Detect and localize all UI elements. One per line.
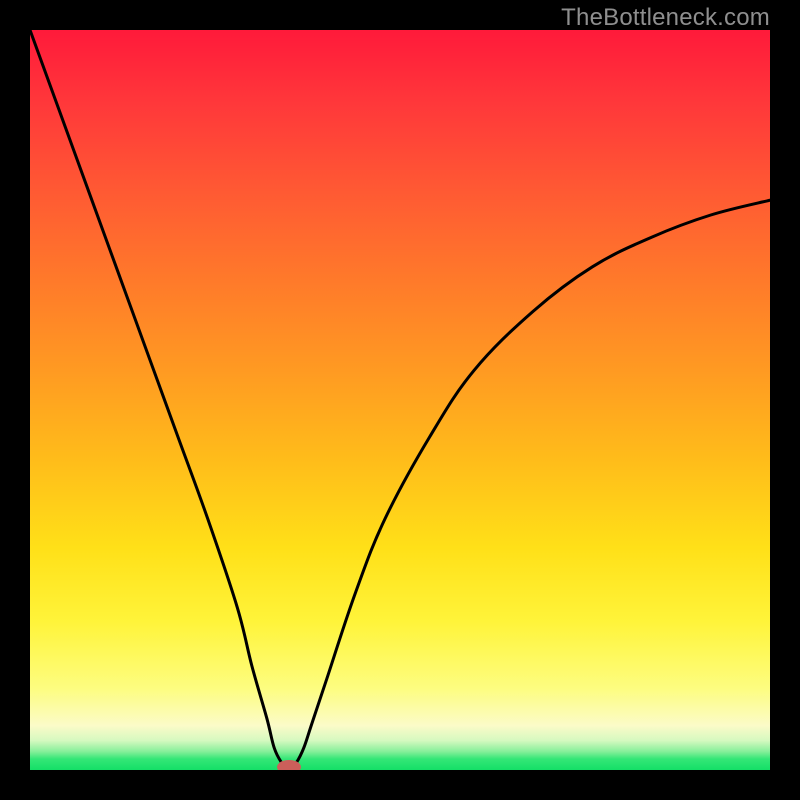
watermark-text: TheBottleneck.com <box>561 4 770 32</box>
bottleneck-curve <box>30 30 770 770</box>
curve-svg <box>30 30 770 770</box>
plot-area <box>30 30 770 770</box>
chart-frame: TheBottleneck.com <box>0 0 800 800</box>
